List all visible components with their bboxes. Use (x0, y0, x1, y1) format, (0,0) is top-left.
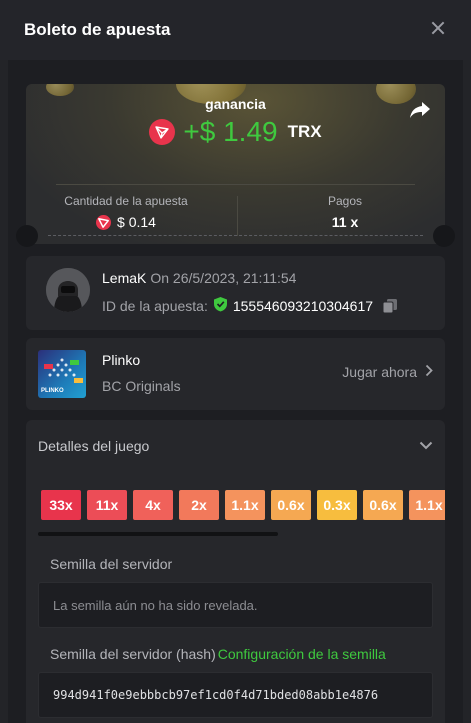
player-name[interactable]: LemaK (102, 270, 146, 286)
server-seed-field: La semilla aún no ha sido revelada. (38, 582, 433, 628)
win-ticket: ganancia +$ 1.49 TRX Cantidad de la apue… (26, 84, 445, 244)
dashed-divider (48, 235, 423, 236)
play-now-button[interactable]: Jugar ahora (342, 364, 433, 380)
payout-label: Pagos (327, 194, 363, 208)
gain-amount: +$ 1.49 (183, 116, 278, 147)
game-details-toggle[interactable]: Detalles del juego (38, 436, 433, 456)
ticket-notch-left (16, 225, 38, 247)
multiplier-chip: 33x (41, 490, 81, 520)
seed-config-link[interactable]: Configuración de la semilla (218, 646, 386, 662)
gain-amount-row: +$ 1.49 TRX (26, 116, 445, 148)
gain-label: ganancia (205, 96, 266, 112)
bet-date: On 26/5/2023, 21:11:54 (150, 270, 297, 286)
chevron-down-icon (419, 437, 433, 455)
bet-id-label: ID de la apuesta: (102, 297, 208, 314)
server-hash-label-row: Semilla del servidor (hash) Configuración… (50, 646, 386, 662)
player-name-row: LemaK On 26/5/2023, 21:11:54 (102, 270, 296, 286)
multiplier-strip[interactable]: 33x 11x 4x 2x 1.1x 0.6x 0.3x 0.6x 1.1x (41, 490, 445, 522)
play-now-label: Jugar ahora (342, 364, 417, 380)
share-icon[interactable] (409, 100, 433, 120)
avatar[interactable] (46, 268, 90, 312)
chevron-right-icon (425, 364, 433, 380)
gain-currency: TRX (287, 122, 322, 141)
multiplier-chip: 1.1x (409, 490, 445, 520)
multiplier-chip: 2x (179, 490, 219, 520)
plinko-thumb-text: PLINKO (41, 388, 64, 394)
game-details-section: Detalles del juego 33x 11x 4x 2x 1.1x 0.6x 0.3… (26, 420, 445, 723)
copy-icon[interactable] (382, 298, 398, 314)
plinko-game-thumbnail[interactable]: PLINKO (38, 350, 86, 398)
multiplier-chip: 0.3x (317, 490, 357, 520)
coin-decoration (46, 84, 74, 96)
bet-amount-label: Cantidad de la apuesta (64, 194, 188, 208)
ticket-divider (56, 184, 415, 185)
server-hash-field[interactable]: 994d941f0e9ebbbcb97ef1cd0f4d71bded08abb1… (38, 672, 433, 718)
bet-id-row: ID de la apuesta: 155546093210304617 (102, 296, 398, 315)
server-seed-value: La semilla aún no ha sido revelada. (53, 597, 258, 613)
server-hash-value: 994d941f0e9ebbbcb97ef1cd0f4d71bded08abb1… (53, 688, 379, 702)
modal-header: Boleto de apuesta (0, 0, 471, 60)
multiplier-chip: 4x (133, 490, 173, 520)
multiplier-chip: 0.6x (271, 490, 311, 520)
modal-title: Boleto de apuesta (24, 20, 171, 39)
close-icon[interactable] (427, 18, 449, 40)
bet-ticket-modal: Boleto de apuesta ganancia +$ 1.49 TRX C… (0, 0, 471, 723)
trx-coin-icon (149, 119, 176, 145)
game-details-title: Detalles del juego (38, 438, 150, 454)
server-hash-label: Semilla del servidor (hash) (50, 646, 216, 662)
multiplier-chip: 1.1x (225, 490, 265, 520)
verified-shield-icon (213, 296, 228, 315)
ticket-notch-right (433, 225, 455, 247)
multiplier-chip: 11x (87, 490, 127, 520)
bet-id-value: 155546093210304617 (232, 297, 374, 314)
game-name: Plinko (102, 352, 141, 368)
game-card: PLINKO Plinko BC Originals Jugar ahora (26, 338, 445, 410)
player-card: LemaK On 26/5/2023, 21:11:54 ID de la apu… (26, 256, 445, 330)
ticket-perforation (8, 225, 463, 247)
multiplier-scrollbar[interactable] (38, 532, 278, 536)
game-provider: BC Originals (102, 378, 181, 394)
multiplier-chip: 0.6x (363, 490, 403, 520)
server-seed-label: Semilla del servidor (50, 556, 173, 572)
modal-body[interactable]: ganancia +$ 1.49 TRX Cantidad de la apue… (8, 60, 463, 723)
